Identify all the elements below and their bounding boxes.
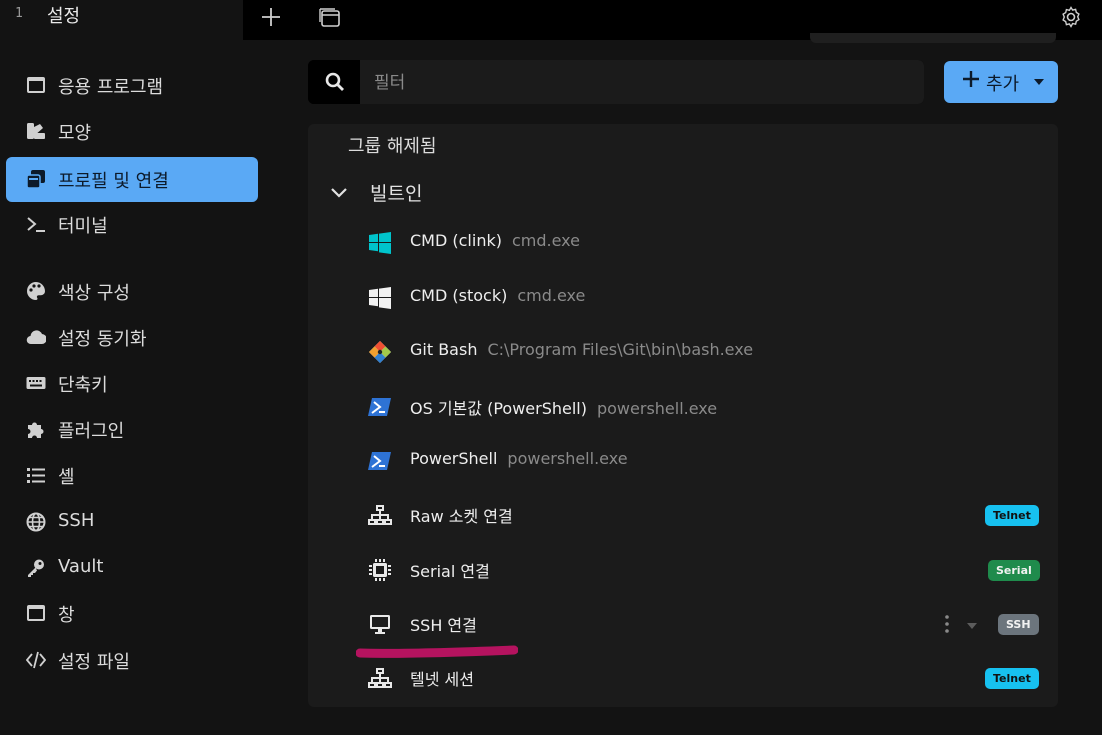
profiles-icon: [26, 169, 46, 189]
profile-row[interactable]: CMD (stock) cmd.exe: [308, 273, 1058, 323]
sidebar: 응용 프로그램 모양 프로필 및 연결 터미널 색상 구성 설정 동기화 단축키…: [0, 40, 270, 735]
sidebar-item-label: 셸: [58, 467, 75, 488]
add-profile-button[interactable]: 추가: [944, 61, 1058, 103]
puzzle-icon: [26, 419, 46, 439]
new-tab-plus-icon[interactable]: [258, 4, 284, 30]
profile-row[interactable]: CMD (clink) cmd.exe: [308, 218, 1058, 268]
profiles-panel: 그룹 해제됨 빌트인 CMD (clink) cmd.exe CMD (stock…: [308, 124, 1058, 707]
sidebar-item-color-scheme[interactable]: 색상 구성: [6, 269, 258, 314]
profile-row[interactable]: Serial 연결 Serial: [308, 545, 1058, 595]
sidebar-item-plugins[interactable]: 플러그인: [6, 407, 258, 452]
sidebar-item-label: 설정 동기화: [58, 329, 147, 350]
sidebar-item-label: 설정 파일: [58, 652, 130, 673]
profile-name: PowerShell: [410, 449, 498, 468]
window-icon: [26, 603, 46, 623]
tab-title: 설정: [47, 6, 81, 27]
more-vertical-icon[interactable]: [940, 613, 954, 635]
sidebar-item-appearance[interactable]: 모양: [6, 109, 258, 154]
tabs-overview-icon[interactable]: [317, 4, 343, 30]
sidebar-item-shell[interactable]: 셸: [6, 453, 258, 498]
highlight-underline: [356, 645, 518, 658]
sidebar-item-label: 단축키: [58, 375, 108, 396]
palette-icon: [26, 281, 46, 301]
powershell-icon: [368, 449, 392, 473]
telnet-badge: Telnet: [985, 505, 1039, 526]
chip-icon: [368, 558, 392, 582]
sidebar-item-window[interactable]: 창: [6, 591, 258, 636]
sidebar-item-label: 응용 프로그램: [58, 77, 164, 98]
profile-row[interactable]: 텔넷 세션 Telnet: [308, 653, 1058, 703]
sidebar-item-config-file[interactable]: 설정 파일: [6, 638, 258, 683]
profile-row[interactable]: OS 기본값 (PowerShell) powershell.exe: [308, 382, 1058, 432]
cloud-icon: [26, 327, 47, 347]
sidebar-item-label: 프로필 및 연결: [58, 171, 169, 192]
profile-name: Raw 소켓 연결: [410, 507, 513, 526]
powershell-icon: [368, 395, 392, 419]
search-icon: [308, 60, 360, 104]
sidebar-item-label: 모양: [58, 123, 92, 144]
tab-settings[interactable]: 1 설정: [0, 0, 243, 40]
plus-icon: [963, 71, 979, 87]
profile-name: CMD (stock): [410, 286, 508, 305]
gear-icon[interactable]: [1058, 4, 1084, 30]
profile-row[interactable]: Raw 소켓 연결 Telnet: [308, 490, 1058, 540]
group-builtin-header[interactable]: 빌트인: [370, 179, 422, 206]
network-icon: [368, 666, 392, 690]
add-button-label: 추가: [986, 74, 1020, 95]
globe-icon: [26, 512, 46, 532]
filter-input[interactable]: [372, 60, 916, 104]
caret-down-icon[interactable]: [967, 623, 977, 629]
network-icon: [368, 503, 392, 527]
profile-row[interactable]: SSH 연결 SSH: [308, 599, 1058, 649]
sidebar-item-label: SSH: [58, 510, 95, 531]
profile-name: OS 기본값 (PowerShell): [410, 399, 587, 418]
code-icon: [25, 650, 47, 670]
swatch-icon: [26, 121, 46, 141]
profile-name: SSH 연결: [410, 616, 477, 635]
terminal-icon: [26, 214, 46, 234]
profile-name: CMD (clink): [410, 231, 502, 250]
list-icon: [26, 465, 46, 485]
git-icon: [368, 340, 392, 364]
sidebar-item-hotkeys[interactable]: 단축키: [6, 361, 258, 406]
profile-row[interactable]: PowerShell powershell.exe: [308, 436, 1058, 486]
serial-badge: Serial: [988, 560, 1040, 581]
profile-name: 텔넷 세션: [410, 670, 474, 689]
desktop-icon: [368, 612, 392, 636]
filter-bar: [308, 60, 924, 104]
key-icon: [26, 558, 46, 578]
ssh-badge: SSH: [998, 614, 1039, 635]
sidebar-item-ssh[interactable]: SSH: [6, 500, 258, 545]
windows-icon: [368, 231, 392, 255]
sidebar-item-config-sync[interactable]: 설정 동기화: [6, 315, 258, 360]
profile-name: Serial 연결: [410, 562, 490, 581]
profile-command: cmd.exe: [517, 286, 586, 305]
sidebar-item-application[interactable]: 응용 프로그램: [6, 63, 258, 108]
profile-command: cmd.exe: [511, 231, 580, 250]
window-strip: [810, 33, 1056, 43]
sidebar-item-label: 플러그인: [58, 421, 125, 442]
sidebar-item-label: 터미널: [58, 216, 108, 237]
windows-icon: [368, 286, 392, 310]
group-ungrouped-header[interactable]: 그룹 해제됨: [348, 132, 437, 158]
window-icon: [26, 75, 46, 95]
sidebar-item-label: 창: [58, 605, 75, 626]
keyboard-icon: [26, 373, 46, 393]
profile-command: powershell.exe: [507, 449, 628, 468]
profile-command: C:\Program Files\Git\bin\bash.exe: [487, 340, 754, 359]
profile-command: powershell.exe: [596, 399, 718, 418]
profile-name: Git Bash: [410, 340, 478, 359]
chevron-down-icon[interactable]: [330, 184, 348, 202]
sidebar-item-label: 색상 구성: [58, 283, 130, 304]
sidebar-item-terminal[interactable]: 터미널: [6, 202, 258, 247]
telnet-badge: Telnet: [985, 668, 1039, 689]
sidebar-item-vault[interactable]: Vault: [6, 546, 258, 591]
sidebar-item-label: Vault: [58, 556, 104, 577]
caret-down-icon: [1034, 79, 1044, 85]
tab-number: 1: [15, 6, 23, 21]
sidebar-item-profiles[interactable]: 프로필 및 연결: [6, 157, 258, 202]
profile-row[interactable]: Git Bash C:\Program Files\Git\bin\bash.ex…: [308, 327, 1058, 377]
